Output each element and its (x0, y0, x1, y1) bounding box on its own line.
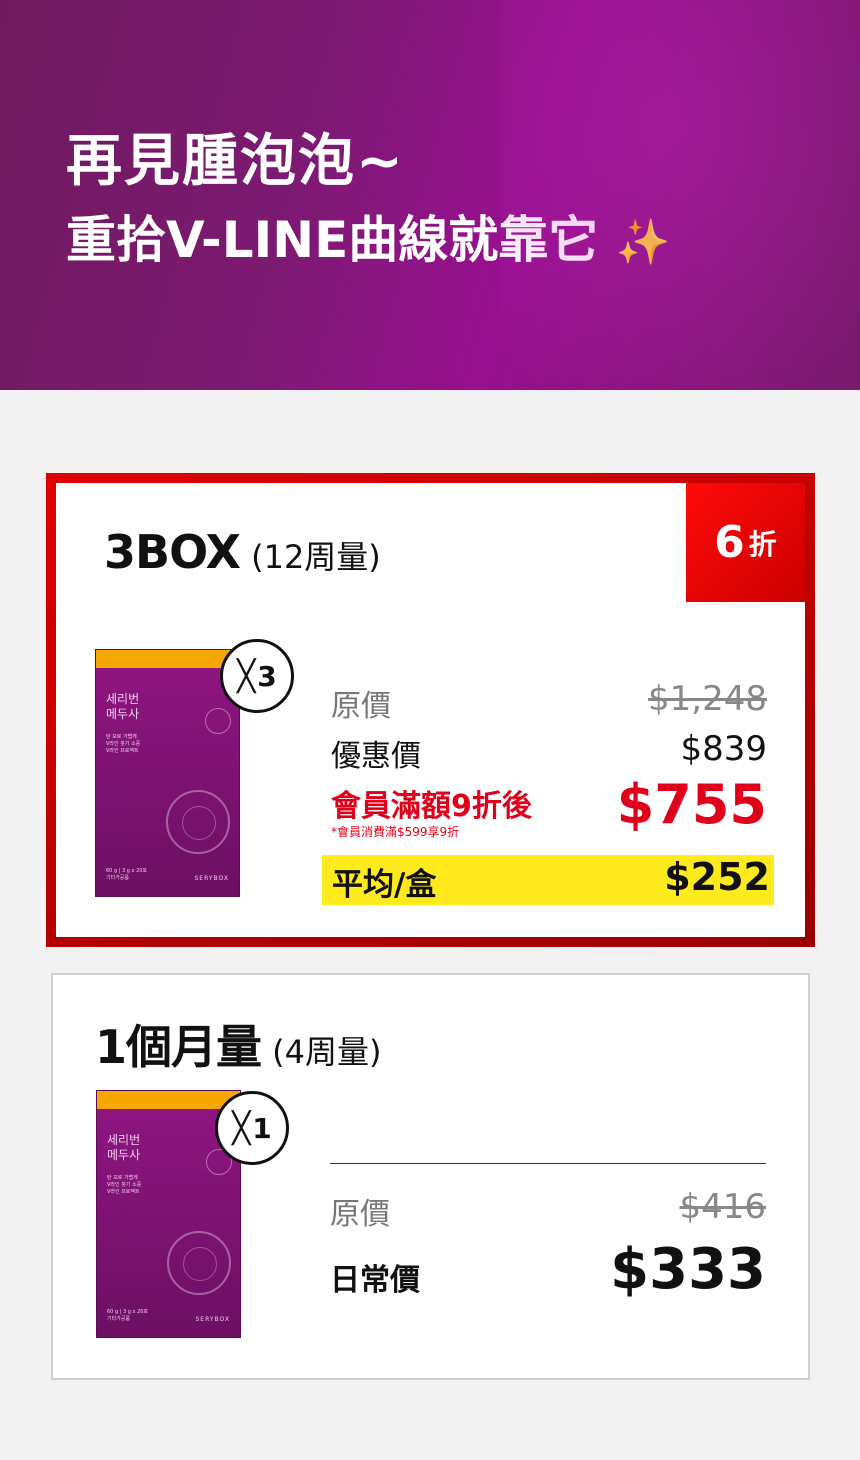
member-price-value: $755 (616, 773, 767, 836)
original-price-value: $1,248 (648, 679, 767, 719)
offer-title: 3BOX (12周量) (104, 525, 381, 579)
daily-price-row: 日常價 $333 (330, 1237, 766, 1307)
medusa-emblem-icon (166, 790, 230, 854)
original-price-row: 原價 $1,248 (331, 679, 767, 729)
multiply-icon: ╳ (237, 658, 256, 694)
product-box-image: 세리번 메두사 탄 모로 가볍게 V라인 붓기 소중 V라인 프로젝트 60 g… (95, 649, 240, 897)
quantity-number: 1 (252, 1111, 272, 1145)
discount-badge: 6 折 (686, 483, 805, 602)
discount-price-value: $839 (680, 729, 767, 769)
badge-number: 6 (714, 517, 745, 568)
offer-title-sub: (4周量) (272, 1033, 382, 1071)
box-weight: 60 g | 3 g x 20포 기타가공품 (107, 1309, 149, 1322)
original-price-label: 原價 (331, 689, 391, 724)
box-name-line1: 세리번 (106, 692, 140, 706)
discount-price-row: 優惠價 $839 (331, 729, 767, 779)
hero-banner: 再見腫泡泡~ 重拾V-LINE曲線就靠它 ✨ (0, 0, 860, 390)
hero-headline: 再見腫泡泡~ (66, 129, 405, 194)
box-name-line2: 메두사 (107, 1148, 141, 1162)
box-name: 세리번 메두사 (106, 692, 139, 722)
box-name-line2: 메두사 (106, 707, 140, 721)
member-price-row: 會員滿額9折後 *會員消費滿$599享9折 $755 (331, 773, 767, 849)
hero-subheadline: 重拾V-LINE曲線就靠它 ✨ (66, 202, 671, 281)
quantity-badge: ╳ 1 (215, 1091, 289, 1165)
quantity-number: 3 (257, 659, 277, 693)
daily-price-label: 日常價 (330, 1263, 420, 1298)
hero-subheadline-text: 重拾V-LINE曲線就靠它 (66, 211, 599, 269)
member-price-note: *會員消費滿$599享9折 (331, 825, 460, 839)
average-price-value: $252 (664, 855, 770, 899)
original-price-row: 原價 $416 (330, 1187, 766, 1237)
average-price-bar: 平均/盒 $252 (322, 855, 774, 905)
member-price-label: 會員滿額9折後 (331, 789, 532, 824)
box-tagline: 탄 모로 가볍게 V라인 붓기 소중 V라인 프로젝트 (107, 1175, 142, 1195)
original-price-label: 原價 (330, 1197, 390, 1232)
seal-icon (205, 708, 231, 734)
offer-title-sub: (12周量) (251, 538, 381, 576)
divider (330, 1163, 766, 1164)
box-top-strip (97, 1091, 240, 1109)
box-tagline: 탄 모로 가볍게 V라인 붓기 소중 V라인 프로젝트 (106, 734, 141, 754)
offer-card-1month[interactable]: 1個月量 (4周量) 세리번 메두사 탄 모로 가볍게 V라인 붓기 소중 V라… (51, 973, 810, 1380)
box-brand: SERYBOX (195, 1316, 230, 1323)
box-weight: 60 g | 3 g x 20포 기타가공품 (106, 868, 148, 881)
box-name-line1: 세리번 (107, 1133, 141, 1147)
box-name: 세리번 메두사 (107, 1133, 140, 1163)
sparkle-icon: ✨ (615, 217, 671, 268)
discount-price-label: 優惠價 (331, 739, 421, 774)
average-price-label: 平均/盒 (332, 867, 437, 903)
offer-title-main: 3BOX (104, 525, 241, 579)
box-brand: SERYBOX (194, 875, 229, 882)
medusa-emblem-icon (167, 1231, 231, 1295)
offer-title-main: 1個月量 (95, 1020, 262, 1074)
offer-card-3box[interactable]: 6 折 3BOX (12周量) 세리번 메두사 탄 모로 가볍게 V라인 붓기 … (46, 473, 815, 947)
multiply-icon: ╳ (232, 1110, 251, 1146)
badge-unit: 折 (748, 527, 777, 561)
box-top-strip (96, 650, 239, 668)
daily-price-value: $333 (610, 1237, 766, 1302)
original-price-value: $416 (679, 1187, 766, 1227)
quantity-badge: ╳ 3 (220, 639, 294, 713)
offer-title: 1個月量 (4周量) (95, 1011, 381, 1077)
